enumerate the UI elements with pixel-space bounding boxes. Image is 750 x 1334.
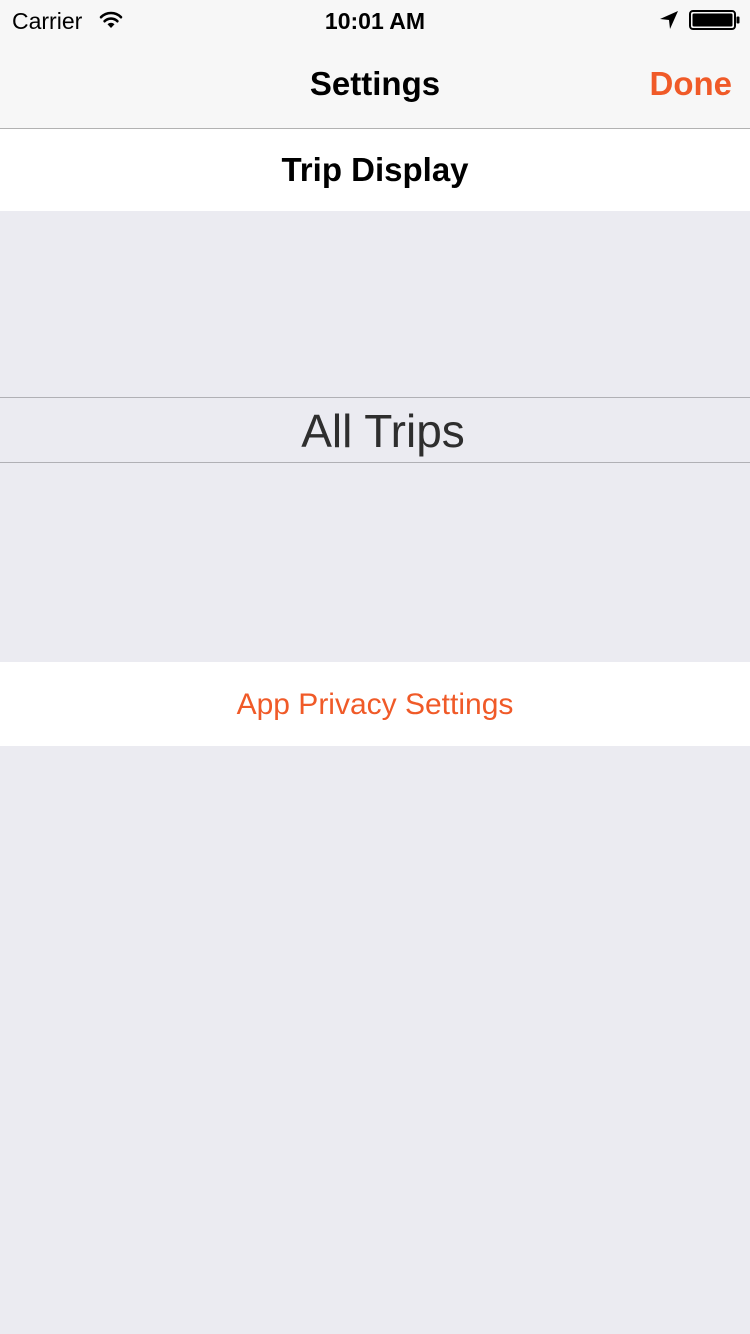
trip-filter-picker[interactable]: All Trips [0,398,750,462]
status-bar: Carrier 10:01 AM [0,0,750,40]
done-button[interactable]: Done [650,40,733,128]
battery-icon [689,10,740,30]
status-time: 10:01 AM [324,8,426,34]
app-privacy-settings-button[interactable]: App Privacy Settings [0,662,750,746]
navigation-bar: Settings Done [0,40,750,129]
page-title: Settings [309,65,441,102]
picker-divider-bottom [0,462,750,463]
trip-display-header: Trip Display [0,129,750,211]
location-arrow-icon [660,11,678,29]
